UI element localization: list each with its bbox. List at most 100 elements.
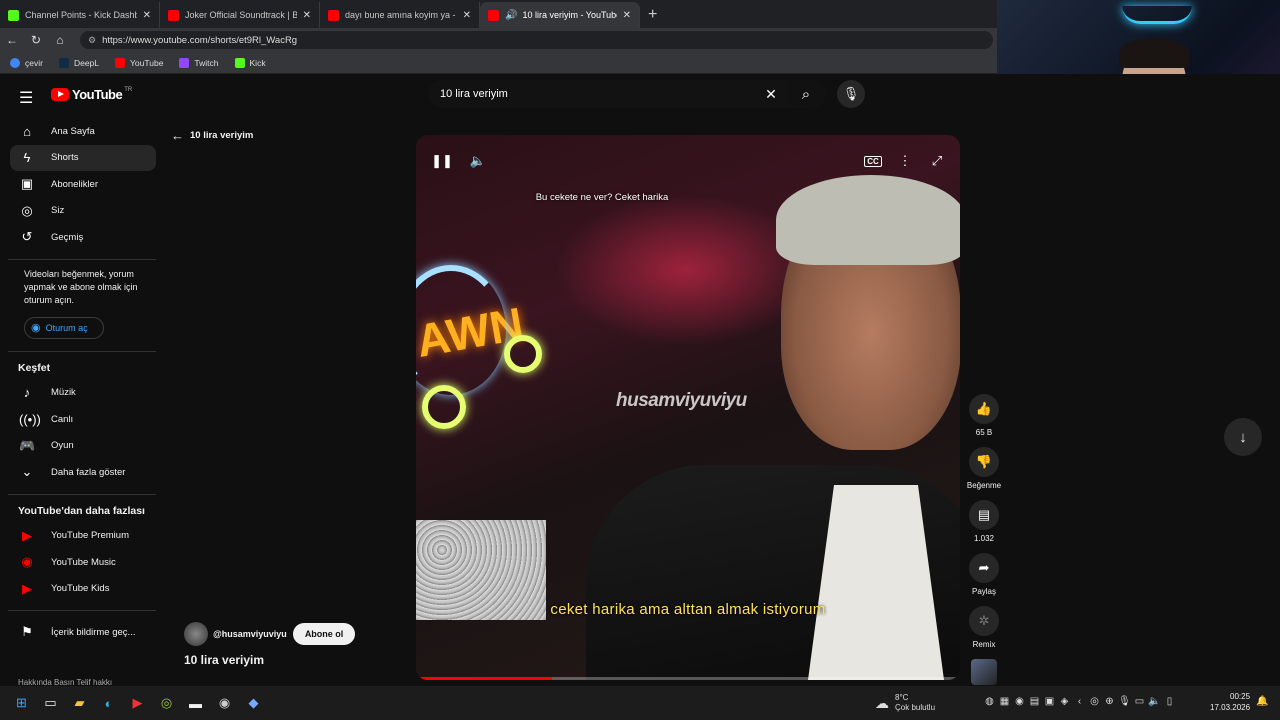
bookmark[interactable]: Kick: [234, 57, 266, 68]
neon-ring: [422, 385, 466, 429]
next-short-button[interactable]: ↓: [1224, 418, 1262, 456]
sidebar-item-premium[interactable]: ▶ YouTube Premium: [10, 523, 156, 550]
address-bar-row: ← ↻ ⌂ ⚙ https://www.youtube.com/shorts/et…: [0, 28, 997, 52]
battery-icon[interactable]: ▯: [1162, 696, 1177, 707]
sidebar-item-label: Ana Sayfa: [51, 125, 95, 137]
sidebar-item-kids[interactable]: ▶ YouTube Kids: [10, 576, 156, 603]
youtube-logo[interactable]: YouTube TR: [51, 87, 132, 102]
channel-name[interactable]: @husamviyuviyu: [213, 629, 287, 639]
youtube-premium-icon: ▶: [22, 527, 32, 543]
tray-app-icon[interactable]: ◎: [1087, 696, 1102, 707]
new-tab-button[interactable]: +: [640, 6, 665, 28]
task-view-icon[interactable]: ▭: [36, 691, 65, 715]
progress-bar[interactable]: [416, 677, 960, 680]
tray-app-icon[interactable]: ▤: [1027, 696, 1042, 707]
thumbs-up-icon: 👍: [969, 394, 999, 424]
microphone-icon[interactable]: 🎙: [837, 80, 865, 108]
microphone-icon[interactable]: 🎙: [1117, 696, 1132, 707]
account-icon: ◉: [31, 322, 41, 334]
search-icon[interactable]: ⌕: [786, 80, 826, 108]
close-tab-icon[interactable]: ✕: [143, 10, 151, 21]
clock-date: 17.03.2026: [1210, 703, 1251, 712]
app-icon[interactable]: ◆: [239, 691, 268, 715]
volume-icon[interactable]: 🔈: [1147, 696, 1162, 707]
network-icon[interactable]: ▭: [1132, 696, 1147, 707]
reload-icon[interactable]: ↻: [24, 33, 48, 47]
streamer-hair: [1119, 38, 1189, 68]
top-caption: Bu cekete ne ver? Ceket harika: [535, 192, 669, 203]
browser-tab-active[interactable]: 🔊 10 lira veriyim - YouTube ✕: [480, 2, 640, 28]
neon-arc: [416, 265, 506, 395]
sidebar-item-subscriptions[interactable]: ▣ Abonelikler: [10, 171, 156, 198]
avatar[interactable]: [184, 622, 208, 646]
windows-start-icon[interactable]: ⊞: [7, 691, 36, 715]
obs-icon[interactable]: ◉: [210, 691, 239, 715]
bookmark[interactable]: YouTube: [115, 57, 163, 68]
bookmark[interactable]: çevir: [10, 57, 43, 68]
sidebar-item-music[interactable]: ♪ Müzik: [10, 380, 156, 407]
home-icon[interactable]: ⌂: [48, 33, 72, 47]
tray-app-icon[interactable]: ◍: [982, 696, 997, 707]
sidebar-item-report[interactable]: ⚑ İçerik bildirme geç...: [10, 619, 156, 646]
remix-button[interactable]: ✲ Remix: [965, 606, 1003, 649]
fullscreen-icon[interactable]: ⤢: [925, 149, 949, 173]
clear-search-icon[interactable]: ✕: [756, 86, 786, 103]
captions-icon[interactable]: CC: [861, 149, 885, 173]
volume-icon[interactable]: 🔈: [466, 149, 490, 173]
chevron-up-icon[interactable]: ‹: [1072, 696, 1087, 707]
sidebar-item-live[interactable]: ((•)) Canlı: [10, 406, 156, 433]
sidebar-item-label: Siz: [51, 205, 65, 217]
more-heading: YouTube'dan daha fazlası: [18, 504, 145, 517]
notification-icon[interactable]: 🔔: [1256, 696, 1268, 707]
sidebar-item-you[interactable]: ◎ Siz: [10, 198, 156, 225]
sidebar-item-label: YouTube Kids: [51, 583, 110, 595]
bookmark[interactable]: DeepL: [58, 57, 99, 68]
browser-tab[interactable]: Joker Official Soundtrack | Bathro ✕: [160, 2, 320, 28]
sidebar-item-gaming[interactable]: 🎮 Oyun: [10, 433, 156, 460]
sidebar-item-shorts[interactable]: ϟ Shorts: [10, 144, 156, 171]
url-field[interactable]: ⚙ https://www.youtube.com/shorts/et9Rl_Wa…: [80, 31, 993, 49]
tray-app-icon[interactable]: ⊕: [1102, 696, 1117, 707]
terminal-icon[interactable]: ▬: [181, 691, 210, 715]
like-button[interactable]: 👍 65 B: [965, 394, 1003, 437]
file-explorer-icon[interactable]: ▰: [65, 691, 94, 715]
media-player-icon[interactable]: ▶: [123, 691, 152, 715]
sound-thumbnail[interactable]: [971, 659, 997, 685]
video-title: 10 lira veriyim: [184, 653, 265, 667]
search-input[interactable]: 10 lira veriyim: [440, 88, 756, 100]
tray-app-icon[interactable]: ◉: [1012, 696, 1027, 707]
site-info-icon[interactable]: ⚙: [88, 35, 96, 46]
back-arrow-icon[interactable]: ←: [0, 33, 24, 47]
edge-icon[interactable]: ◐: [94, 691, 123, 715]
weather-widget[interactable]: ☁ 8°C Çok bulutlu: [875, 693, 935, 713]
shorts-player[interactable]: AWN ❚❚ 🔈 CC ⋮ ⤢ Bu cekete ne ver? Ceket …: [416, 135, 960, 680]
signin-button[interactable]: ◉ Oturum aç: [24, 316, 104, 339]
share-button[interactable]: ➦ Paylaş: [965, 553, 1003, 596]
sidebar-item-history[interactable]: ↺ Geçmiş: [10, 224, 156, 251]
tray-app-icon[interactable]: ▦: [997, 696, 1012, 707]
back-to-search[interactable]: ← 10 lira veriyim: [171, 128, 253, 143]
pause-icon[interactable]: ❚❚: [430, 149, 454, 173]
menu-icon[interactable]: ☰: [19, 88, 33, 108]
neon-light: [1122, 6, 1192, 24]
audio-playing-icon[interactable]: 🔊: [505, 10, 517, 21]
comment-icon: ▤: [969, 500, 999, 530]
close-tab-icon[interactable]: ✕: [463, 10, 471, 21]
comments-button[interactable]: ▤ 1.032: [965, 500, 1003, 543]
dislike-button[interactable]: 👎 Beğenme: [965, 447, 1003, 490]
bookmark[interactable]: Twitch: [179, 57, 219, 68]
sidebar-item-music-app[interactable]: ◉ YouTube Music: [10, 549, 156, 576]
subscribe-button[interactable]: Abone ol: [292, 623, 356, 645]
more-options-icon[interactable]: ⋮: [893, 149, 917, 173]
close-tab-icon[interactable]: ✕: [623, 10, 631, 21]
sidebar-item-show-more[interactable]: ⌄ Daha fazla göster: [10, 459, 156, 486]
xbox-icon[interactable]: ◎: [152, 691, 181, 715]
clock[interactable]: 00:25 17.03.2026: [1210, 691, 1250, 713]
tray-app-icon[interactable]: ◈: [1057, 696, 1072, 707]
close-tab-icon[interactable]: ✕: [303, 10, 311, 21]
browser-tab[interactable]: Channel Points - Kick Dashboard ✕: [0, 2, 160, 28]
search-box[interactable]: 10 lira veriyim ✕ ⌕: [428, 80, 826, 108]
tray-app-icon[interactable]: ▣: [1042, 696, 1057, 707]
browser-tab[interactable]: dayı bune amına koyim ya - YouTu ✕: [320, 2, 480, 28]
sidebar-item-home[interactable]: ⌂ Ana Sayfa: [10, 118, 156, 145]
